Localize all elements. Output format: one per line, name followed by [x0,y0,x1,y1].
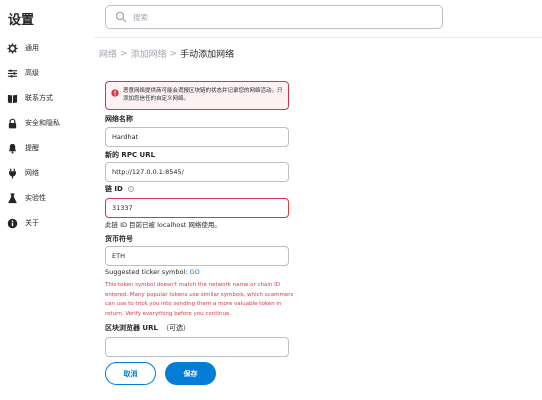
lock-icon [7,118,18,129]
chain-id-field[interactable] [105,198,289,218]
sidebar-item-experimental[interactable]: 实验性 [0,190,94,208]
sidebar-item-advanced[interactable]: 高级 [0,65,94,83]
search-input[interactable] [133,10,433,24]
breadcrumb-separator: > [120,48,128,59]
save-button[interactable]: 保存 [165,362,216,385]
suggested-ticker-prefix: Suggested ticker symbol: [105,268,188,276]
rpc-url-label: 新的 RPC URL [105,151,156,159]
chain-id-hint: 此链 ID 目前已被 localhost 网络使用。 [105,221,221,229]
breadcrumb-separator: > [169,48,178,59]
flask-icon [7,193,18,204]
block-explorer-label-text: 区块浏览器 URL [105,324,158,332]
chain-id-label: 链 ID [105,184,135,194]
sliders-icon [7,68,18,79]
network-name-field[interactable] [105,127,289,147]
breadcrumb-add-network[interactable]: 添加网络 [131,47,167,60]
sidebar-item-label: 网络 [25,169,39,177]
sidebar-item-label: 提醒 [25,144,39,152]
contacts-book-icon [7,93,18,104]
block-explorer-label: 区块浏览器 URL （可选） [105,323,190,333]
sidebar-item-general[interactable]: 通用 [0,40,94,58]
sidebar-item-label: 安全和隐私 [25,119,60,127]
suggested-ticker: Suggested ticker symbol: GO [105,268,200,276]
sidebar-item-label: 关于 [25,219,39,227]
search-icon [115,11,127,23]
block-explorer-field[interactable] [105,337,289,357]
sidebar-item-label: 实验性 [25,194,46,202]
warning-banner: 恶意网络提供商可能会谎报区块链的状态并记录您的网络活动。只添加您信任的自定义网络… [105,81,289,110]
breadcrumb-current: 手动添加网络 [180,50,235,60]
sidebar-item-networks[interactable]: 网络 [0,165,94,183]
suggested-ticker-link[interactable]: GO [190,268,200,276]
sidebar-item-contacts[interactable]: 联系方式 [0,90,94,108]
sidebar-item-security[interactable]: 安全和隐私 [0,115,94,133]
sidebar-item-about[interactable]: 关于 [0,215,94,233]
gear-icon [7,43,18,54]
optional-tag: （可选） [161,324,190,332]
breadcrumb: 网络 > 添加网络 > 手动添加网络 [99,47,235,61]
chain-id-label-text: 链 ID [105,185,123,193]
settings-sidebar: 设置 通用 高级 联系方式 安全和隐私 提醒 网络 实验性 关于 [0,0,94,400]
sidebar-item-label: 高级 [25,69,39,77]
sidebar-item-label: 联系方式 [25,94,53,102]
ticker-warning-text: This token symbol doesn't match the netw… [105,282,294,317]
rpc-url-field[interactable] [105,162,289,182]
currency-symbol-field[interactable] [105,246,289,266]
cancel-button[interactable]: 取消 [105,362,156,385]
sidebar-item-label: 通用 [25,44,39,52]
breadcrumb-networks[interactable]: 网络 [99,47,117,60]
settings-title: 设置 [8,13,35,28]
search-box[interactable] [105,5,443,29]
plug-icon [7,168,18,179]
sidebar-item-alerts[interactable]: 提醒 [0,140,94,158]
info-circle-icon [7,218,18,229]
bell-icon [7,143,18,154]
header-divider [94,37,542,38]
info-icon[interactable] [128,186,135,192]
warning-icon [111,89,119,97]
warning-text: 恶意网络提供商可能会谎报区块链的状态并记录您的网络活动。只添加您信任的自定义网络… [123,88,283,102]
currency-symbol-label: 货币符号 [105,235,133,243]
network-name-label: 网络名称 [105,115,133,123]
